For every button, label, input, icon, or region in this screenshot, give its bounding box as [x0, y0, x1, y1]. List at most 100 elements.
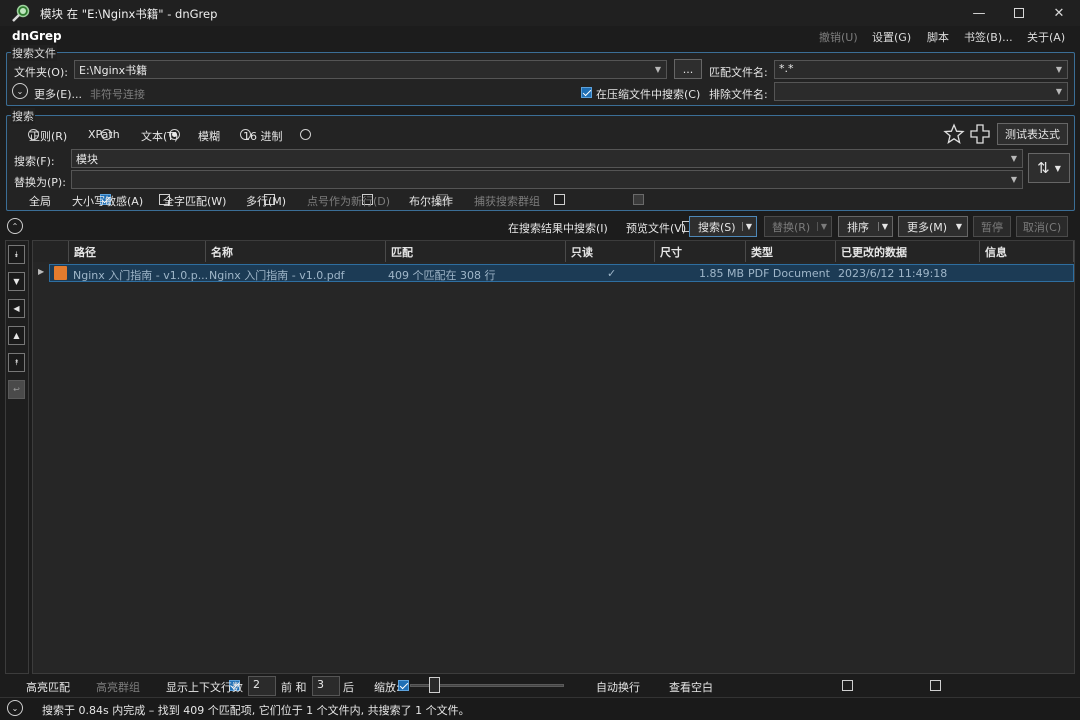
double-up-arrow-icon: ⯭: [14, 357, 19, 367]
bookmark-star-icon[interactable]: [943, 123, 965, 145]
option-capture-groups-label: 捕获搜索群组: [474, 195, 540, 208]
search-in-results-label[interactable]: 在搜索结果中搜索(I): [508, 220, 608, 236]
column-header-info[interactable]: 信息: [980, 241, 1074, 262]
search-button-label: 搜索(S): [698, 220, 736, 234]
row-readonly: ✓: [607, 267, 617, 280]
first-match-button[interactable]: ⯯: [8, 245, 25, 264]
browse-button[interactable]: ...: [674, 59, 702, 79]
pdf-file-icon: [54, 266, 67, 280]
row-expand-icon[interactable]: ▶: [38, 267, 44, 276]
double-down-arrow-icon: ⯯: [14, 249, 19, 259]
status-expand-icon[interactable]: ⌄: [7, 700, 23, 716]
option-dot-newline-label: 点号作为新行(D): [307, 195, 391, 208]
menu-settings[interactable]: 设置(G): [872, 29, 911, 45]
search-dropdown-icon[interactable]: ▼: [1007, 150, 1021, 167]
more-options-link[interactable]: 更多(E)...: [34, 86, 82, 102]
context-after-label: 后: [343, 681, 354, 694]
sort-button-dropdown-icon: ▼: [877, 222, 888, 231]
collapse-options-icon[interactable]: ⌃: [7, 218, 23, 234]
option-multiline-label[interactable]: 多行(M): [246, 193, 286, 209]
row-type: PDF Document: [748, 267, 830, 280]
context-after-input[interactable]: 3: [312, 676, 340, 696]
swap-dropdown-icon: ▼: [1054, 163, 1061, 173]
mode-hex-label[interactable]: 16 进制: [243, 128, 283, 144]
context-before-value: 2: [253, 678, 260, 691]
more-button-dropdown-icon: ▼: [955, 222, 962, 231]
search-button[interactable]: 搜索(S) ▼: [689, 216, 757, 237]
mode-xpath-label[interactable]: XPath: [88, 128, 120, 141]
column-header-matches[interactable]: 匹配: [386, 241, 566, 262]
zoom-slider-thumb[interactable]: [429, 677, 440, 693]
replace-button-label: 替换(R): [772, 220, 811, 234]
column-header-path[interactable]: 路径: [69, 241, 206, 262]
mode-regex-label[interactable]: 正则(R): [29, 128, 67, 144]
option-boolean-label[interactable]: 布尔操作: [409, 193, 453, 209]
replace-input[interactable]: [71, 170, 1023, 189]
option-boolean-checkbox[interactable]: [553, 194, 565, 205]
menu-bookmarks[interactable]: 书签(B)...: [964, 29, 1013, 45]
word-wrap-label[interactable]: 自动换行: [596, 679, 640, 695]
minimize-icon: —: [972, 5, 986, 21]
exclude-dropdown-icon[interactable]: ▼: [1052, 83, 1066, 100]
test-expression-button[interactable]: 测试表达式: [997, 123, 1068, 145]
match-dropdown-icon[interactable]: ▼: [1052, 61, 1066, 78]
mode-hex-radio[interactable]: [299, 129, 311, 140]
highlight-matches-label[interactable]: 高亮匹配: [26, 679, 70, 695]
last-match-button[interactable]: ⯭: [8, 353, 25, 372]
close-button[interactable]: ✕: [1036, 0, 1080, 26]
next-match-button[interactable]: ▼: [8, 272, 25, 291]
search-value: 模块: [76, 153, 98, 166]
word-wrap-checkbox[interactable]: [842, 680, 853, 691]
zoom-label: 缩放:: [374, 681, 400, 694]
column-header-modified[interactable]: 已更改的数据: [836, 241, 980, 262]
non-symbol-link-text: 非符号连接: [90, 88, 145, 101]
return-button[interactable]: ↩: [8, 380, 25, 399]
column-header-type[interactable]: 类型: [746, 241, 836, 262]
exclude-filename-input[interactable]: [774, 82, 1068, 101]
column-header-name[interactable]: 名称: [206, 241, 386, 262]
archive-search-checkbox[interactable]: [581, 87, 592, 98]
cancel-button[interactable]: 取消(C): [1016, 216, 1068, 237]
sort-button[interactable]: 排序 ▼: [838, 216, 893, 237]
mode-text-label[interactable]: 文本(T): [141, 128, 178, 144]
replace-label: 替换为(P):: [14, 176, 66, 189]
more-button[interactable]: 更多(M) ▼: [898, 216, 968, 237]
option-case-label[interactable]: 大小写敏感(A): [72, 193, 143, 209]
column-header-size[interactable]: 尺寸: [655, 241, 746, 262]
add-plus-icon[interactable]: [969, 123, 991, 145]
column-header-readonly[interactable]: 只读: [566, 241, 655, 262]
app-name: dnGrep: [12, 29, 62, 43]
context-before-input[interactable]: 2: [248, 676, 276, 696]
preview-file-label[interactable]: 预览文件(V): [626, 220, 686, 236]
expand-more-icon[interactable]: ⌄: [12, 83, 28, 99]
match-filename-input[interactable]: *.*: [774, 60, 1068, 79]
folder-input[interactable]: E:\Nginx书籍: [74, 60, 667, 79]
menu-about[interactable]: 关于(A): [1027, 29, 1065, 45]
more-button-label: 更多(M): [907, 220, 948, 234]
menu-undo[interactable]: 撤销(U): [819, 29, 858, 45]
table-row[interactable]: Nginx 入门指南 - v1.0.p... Nginx 入门指南 - v1.0…: [49, 264, 1074, 282]
search-input[interactable]: 模块: [71, 149, 1023, 168]
show-context-label[interactable]: 显示上下文行数: [166, 679, 243, 695]
view-whitespace-label[interactable]: 查看空白: [669, 679, 713, 695]
replace-dropdown-icon[interactable]: ▼: [1007, 171, 1021, 188]
archive-search-label[interactable]: 在压缩文件中搜索(C): [596, 86, 700, 102]
search-label: 搜索(F):: [14, 155, 55, 168]
folder-value: E:\Nginx书籍: [79, 64, 148, 77]
collapse-match-button[interactable]: ◀: [8, 299, 25, 318]
previous-match-button[interactable]: ▲: [8, 326, 25, 345]
row-matches: 409 个匹配在 308 行: [388, 269, 496, 282]
row-name: Nginx 入门指南 - v1.0.pdf: [209, 269, 345, 282]
replace-button[interactable]: 替换(R) ▼: [764, 216, 832, 237]
pause-button[interactable]: 暂停: [973, 216, 1011, 237]
view-whitespace-checkbox[interactable]: [929, 680, 941, 691]
right-arrow-icon: ◀: [13, 304, 20, 313]
swap-button[interactable]: ⇅ ▼: [1028, 153, 1070, 183]
folder-dropdown-icon[interactable]: ▼: [651, 61, 665, 78]
search-button-dropdown-icon: ▼: [741, 222, 752, 231]
title-bar: 模块 在 "E:\Nginx书籍" - dnGrep — ✕: [0, 0, 1080, 26]
option-global-label[interactable]: 全局: [29, 193, 51, 209]
mode-fuzzy-label[interactable]: 模糊: [198, 128, 220, 144]
option-whole-word-label[interactable]: 全字匹配(W): [163, 193, 226, 209]
menu-script[interactable]: 脚本: [927, 29, 949, 45]
